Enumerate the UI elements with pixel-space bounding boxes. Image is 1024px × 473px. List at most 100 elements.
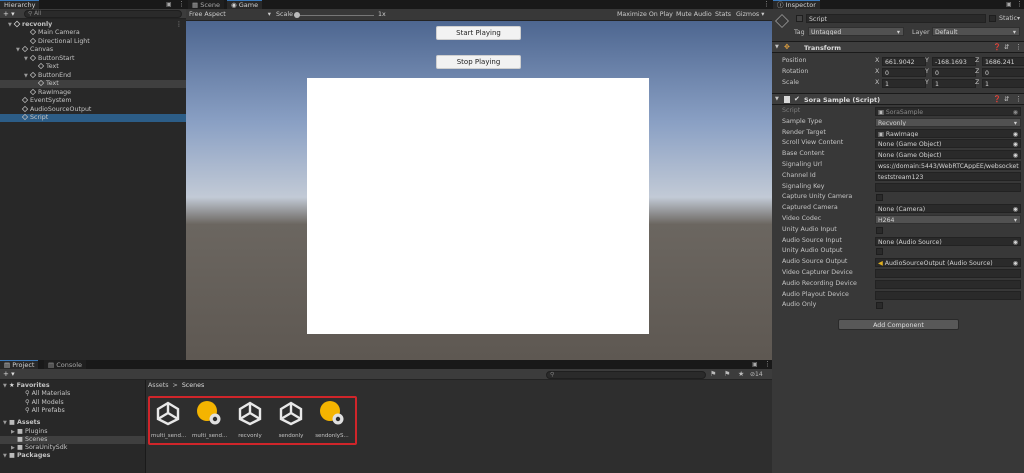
- tab-project[interactable]: ▤ Project: [0, 360, 39, 369]
- scale-slider[interactable]: [294, 15, 374, 16]
- component-menu-icon[interactable]: ⋮: [1015, 95, 1022, 103]
- favorite-star-icon[interactable]: ★: [738, 370, 744, 378]
- help-icon[interactable]: ❓: [993, 95, 1001, 103]
- add-component-button[interactable]: Add Component: [838, 319, 959, 330]
- hierarchy-item[interactable]: ▼ ButtonStart: [0, 54, 186, 63]
- foldout-arrow-icon[interactable]: ▼: [775, 96, 779, 102]
- transform-rotation-x-field[interactable]: 0: [882, 68, 926, 77]
- foldout-arrow-icon[interactable]: ▼: [8, 21, 14, 29]
- scale-slider-handle[interactable]: [294, 12, 300, 18]
- hierarchy-add-button[interactable]: + ▾: [3, 10, 15, 18]
- transform-scale-x-field[interactable]: 1: [882, 79, 926, 88]
- hierarchy-item[interactable]: Main Camera: [0, 29, 186, 37]
- breadcrumb-scenes[interactable]: Scenes: [182, 382, 204, 389]
- transform-scale-y-field[interactable]: 1: [932, 79, 976, 88]
- transform-scale-z-field[interactable]: 1: [982, 79, 1024, 88]
- object-field[interactable]: ▣ RawImage ◉: [875, 128, 1021, 138]
- object-field[interactable]: None (Game Object) ◉: [875, 150, 1021, 160]
- field-checkbox[interactable]: [876, 302, 883, 310]
- layer-dropdown[interactable]: Default ▾: [932, 27, 1020, 36]
- text-field[interactable]: [875, 290, 1021, 300]
- hierarchy-item[interactable]: Text: [0, 79, 186, 89]
- object-field[interactable]: ◀ AudioSourceOutput (Audio Source) ◉: [875, 258, 1021, 268]
- field-checkbox[interactable]: [876, 226, 883, 234]
- object-picker-icon[interactable]: ◉: [1013, 238, 1018, 245]
- project-tree-item[interactable]: ▼ ■ Packages: [0, 452, 145, 460]
- hierarchy-item[interactable]: RawImage: [0, 88, 186, 97]
- transform-header[interactable]: ▼ ✥ Transform ❓ ⇵ ⋮: [772, 41, 1024, 53]
- object-picker-icon[interactable]: ◉: [1013, 259, 1018, 266]
- text-field[interactable]: [875, 182, 1021, 192]
- field-checkbox[interactable]: [876, 248, 883, 256]
- axis-label[interactable]: Y: [925, 67, 929, 77]
- static-dropdown-icon[interactable]: ▾: [1017, 15, 1020, 22]
- foldout-arrow-icon[interactable]: ▼: [16, 46, 22, 54]
- script-asset-icon[interactable]: [319, 400, 345, 426]
- unity-scene-icon[interactable]: [155, 400, 181, 426]
- tab-inspector[interactable]: ⓘ Inspector: [773, 0, 820, 9]
- maximize-on-play-toggle[interactable]: Maximize On Play: [617, 11, 673, 18]
- stop-playing-button[interactable]: Stop Playing: [436, 55, 521, 69]
- tag-dropdown[interactable]: Untagged ▾: [808, 27, 904, 36]
- hierarchy-item[interactable]: Script: [0, 113, 186, 122]
- text-field[interactable]: [875, 269, 1021, 278]
- project-tree-item[interactable]: ■ Scenes: [0, 435, 145, 444]
- hierarchy-item[interactable]: Directional Light: [0, 37, 186, 46]
- object-picker-icon[interactable]: ◉: [1013, 130, 1018, 137]
- axis-label[interactable]: X: [875, 67, 879, 77]
- aspect-dropdown[interactable]: Free Aspect ▾: [189, 11, 271, 18]
- axis-label[interactable]: Z: [975, 78, 979, 88]
- active-checkbox[interactable]: [796, 15, 803, 22]
- hierarchy-item[interactable]: Text: [0, 63, 186, 71]
- object-field[interactable]: None (Camera) ◉: [875, 204, 1021, 214]
- axis-label[interactable]: X: [875, 78, 879, 88]
- hierarchy-menu-icon[interactable]: ⋮: [178, 0, 185, 8]
- inspector-menu-icon[interactable]: ⋮: [1016, 0, 1023, 8]
- inspector-lock-icon[interactable]: ▣: [1006, 1, 1012, 8]
- object-name-field[interactable]: Script: [806, 14, 986, 23]
- project-tree-item[interactable]: ▼ ■ Assets: [0, 419, 145, 427]
- object-picker-icon[interactable]: ◉: [1013, 151, 1018, 158]
- project-tree-item[interactable]: ⚲ All Materials: [0, 390, 145, 398]
- game-menu-icon[interactable]: ⋮: [763, 0, 770, 8]
- project-lock-icon[interactable]: ▣: [752, 361, 758, 368]
- stats-toggle[interactable]: Stats: [715, 11, 731, 18]
- unity-scene-icon[interactable]: [237, 400, 263, 426]
- hierarchy-item[interactable]: AudioSourceOutput: [0, 105, 186, 114]
- hierarchy-item[interactable]: ▼ recvonly ⋮: [0, 20, 186, 29]
- tab-scene[interactable]: ▦ Scene: [188, 0, 225, 9]
- project-search-input[interactable]: ⚲: [546, 371, 706, 379]
- axis-label[interactable]: Z: [975, 56, 979, 66]
- field-dropdown[interactable]: Recvonly ▾: [875, 117, 1021, 127]
- text-field[interactable]: [875, 279, 1021, 289]
- preset-icon[interactable]: ⇵: [1004, 43, 1009, 51]
- transform-rotation-y-field[interactable]: 0: [932, 68, 976, 77]
- hierarchy-item[interactable]: EventSystem: [0, 96, 186, 105]
- text-field[interactable]: wss://domain:5443/WebRTCAppEE/websocket: [875, 161, 1021, 170]
- breadcrumb-assets[interactable]: Assets: [148, 382, 169, 389]
- project-tree-item[interactable]: ⚲ All Prefabs: [0, 407, 145, 415]
- transform-rotation-z-field[interactable]: 0: [982, 68, 1024, 77]
- preset-icon[interactable]: ⇵: [1004, 95, 1009, 103]
- project-tree-item[interactable]: ▶ ■ Plugins: [0, 428, 145, 436]
- hierarchy-lock-icon[interactable]: ▣: [166, 1, 172, 8]
- sora-sample-header[interactable]: ▼ ✔ Sora Sample (Script) ❓ ⇵ ⋮: [772, 93, 1024, 105]
- transform-position-z-field[interactable]: 1686.241: [982, 57, 1024, 66]
- hierarchy-search-input[interactable]: ⚲ All: [24, 10, 182, 18]
- object-picker-icon[interactable]: ◉: [1013, 205, 1018, 212]
- component-enabled-checkbox[interactable]: ✔: [794, 95, 800, 103]
- field-dropdown[interactable]: H264 ▾: [875, 215, 1021, 224]
- scene-menu-icon[interactable]: ⋮: [176, 21, 182, 29]
- script-asset-icon[interactable]: [196, 400, 222, 426]
- project-menu-icon[interactable]: ⋮: [764, 360, 771, 368]
- project-add-button[interactable]: + ▾: [3, 370, 15, 378]
- help-icon[interactable]: ❓: [993, 43, 1001, 51]
- gizmos-dropdown[interactable]: Gizmos ▾: [736, 11, 764, 18]
- field-checkbox[interactable]: [876, 194, 883, 202]
- axis-label[interactable]: X: [875, 56, 879, 66]
- component-menu-icon[interactable]: ⋮: [1015, 43, 1022, 51]
- axis-label[interactable]: Z: [975, 67, 979, 77]
- hierarchy-item[interactable]: ▼ Canvas: [0, 46, 186, 54]
- mute-audio-toggle[interactable]: Mute Audio: [676, 11, 712, 18]
- text-field[interactable]: teststream123: [875, 171, 1021, 181]
